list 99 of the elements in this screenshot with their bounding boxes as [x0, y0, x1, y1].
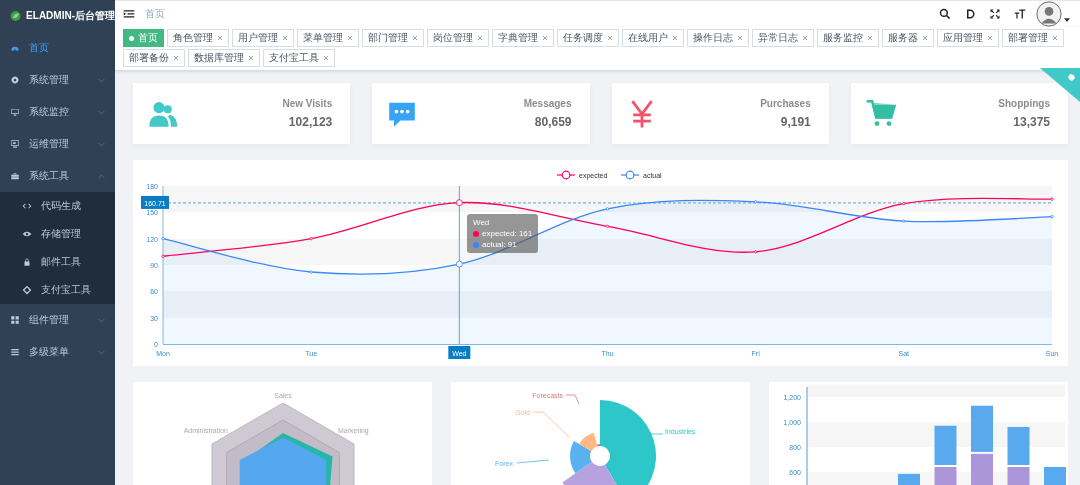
leaf-logo-icon: [10, 8, 22, 24]
stat-card[interactable]: Messages 80,659: [372, 83, 590, 144]
submenu-item[interactable]: 支付宝工具: [0, 276, 115, 304]
close-icon[interactable]: [477, 35, 483, 41]
data-point: [309, 270, 313, 274]
data-point: [902, 219, 906, 223]
tab[interactable]: 服务监控: [817, 29, 879, 47]
data-point: [309, 237, 313, 241]
stat-value: 80,659: [534, 115, 572, 129]
tab[interactable]: 用户管理: [232, 29, 294, 47]
menu-item[interactable]: 系统工具: [0, 160, 115, 192]
tab[interactable]: 在线用户: [622, 29, 684, 47]
data-point: [605, 224, 610, 228]
fullscreen-icon[interactable]: [989, 8, 1001, 20]
avatar-icon[interactable]: [1036, 1, 1062, 27]
tab[interactable]: 部署管理: [1002, 29, 1064, 47]
tab[interactable]: 任务调度: [557, 29, 619, 47]
bar: [1044, 467, 1066, 485]
gear-icon: [10, 75, 20, 85]
close-icon[interactable]: [802, 35, 808, 41]
leader-line: [532, 411, 570, 438]
bar: [1007, 427, 1030, 465]
tab[interactable]: 部门管理: [362, 29, 424, 47]
chart-tooltip: Wed expected: 161 actual: 91: [467, 214, 539, 253]
leader-line: [516, 459, 550, 464]
menu-item[interactable]: 多级菜单: [0, 336, 115, 368]
close-icon[interactable]: [867, 35, 873, 41]
close-icon[interactable]: [737, 35, 743, 41]
tab[interactable]: 操作日志: [687, 29, 749, 47]
submenu-item[interactable]: 邮件工具: [0, 248, 115, 276]
data-point: [1050, 197, 1054, 201]
monitor-icon: [10, 107, 20, 117]
data-point: [455, 199, 463, 207]
lock-icon: [22, 257, 32, 267]
close-icon[interactable]: [412, 35, 418, 41]
bar: [1007, 467, 1030, 485]
menu-item[interactable]: 系统管理: [0, 64, 115, 96]
menu-item[interactable]: 系统监控: [0, 96, 115, 128]
close-icon[interactable]: [173, 55, 179, 61]
caret-icon[interactable]: [1064, 18, 1070, 22]
tab[interactable]: 数据库管理: [188, 49, 260, 67]
screen-icon: [10, 139, 20, 149]
grid-icon: [10, 315, 20, 325]
tab[interactable]: 角色管理: [167, 29, 229, 47]
menu-item[interactable]: 运维管理: [0, 128, 115, 160]
bar: [934, 467, 957, 485]
submenu-item[interactable]: 存储管理: [0, 220, 115, 248]
eye-icon: [22, 229, 32, 239]
submenu-item[interactable]: 代码生成: [0, 192, 115, 220]
leader-line: [565, 394, 580, 405]
close-icon[interactable]: [347, 35, 353, 41]
menu-icon[interactable]: [123, 8, 135, 20]
close-icon[interactable]: [672, 35, 678, 41]
stat-label: New Visits: [282, 98, 333, 109]
list-icon: [10, 347, 20, 357]
menu-item[interactable]: 首页: [0, 32, 115, 64]
data-point: [455, 260, 463, 268]
bar: [934, 425, 957, 465]
close-icon[interactable]: [323, 55, 329, 61]
font-size-icon[interactable]: [1014, 8, 1026, 20]
data-point: [605, 207, 610, 211]
data-point: [161, 254, 165, 258]
tab[interactable]: 应用管理: [937, 29, 999, 47]
close-icon[interactable]: [1052, 35, 1058, 41]
close-icon[interactable]: [922, 35, 928, 41]
close-icon[interactable]: [217, 35, 223, 41]
document-icon[interactable]: [964, 8, 976, 20]
tab[interactable]: 支付宝工具: [263, 49, 335, 67]
close-icon[interactable]: [987, 35, 993, 41]
stat-label: Purchases: [760, 98, 811, 109]
close-icon[interactable]: [282, 35, 288, 41]
search-icon[interactable]: [939, 8, 951, 20]
tab[interactable]: 菜单管理: [297, 29, 359, 47]
tab[interactable]: 部署备份: [123, 49, 185, 67]
stat-value: 13,375: [1013, 115, 1050, 129]
close-icon[interactable]: [607, 35, 613, 41]
toolbox-icon: [10, 171, 20, 181]
stat-value: 9,191: [780, 115, 811, 129]
tab[interactable]: 异常日志: [752, 29, 814, 47]
app-title: ELADMIN-后台管理: [26, 9, 115, 23]
data-point: [1050, 215, 1054, 219]
close-icon[interactable]: [542, 35, 548, 41]
stat-label: Messages: [523, 98, 572, 109]
close-icon[interactable]: [248, 55, 254, 61]
stat-value: 102,123: [288, 115, 333, 129]
tab[interactable]: 服务器: [882, 29, 934, 47]
data-point: [161, 237, 165, 241]
tab[interactable]: 字典管理: [492, 29, 554, 47]
stat-label: Shoppings: [998, 98, 1050, 109]
data-point: [754, 250, 758, 254]
menu-item[interactable]: 组件管理: [0, 304, 115, 336]
tab[interactable]: 岗位管理: [427, 29, 489, 47]
stat-card[interactable]: Purchases 9,191: [611, 83, 829, 144]
stat-card[interactable]: New Visits 102,123: [133, 83, 351, 144]
code-icon: [22, 201, 32, 211]
data-point: [902, 201, 906, 206]
stat-card[interactable]: Shoppings 13,375: [850, 83, 1068, 144]
diamond-icon: [22, 285, 32, 295]
data-point: [754, 200, 758, 204]
